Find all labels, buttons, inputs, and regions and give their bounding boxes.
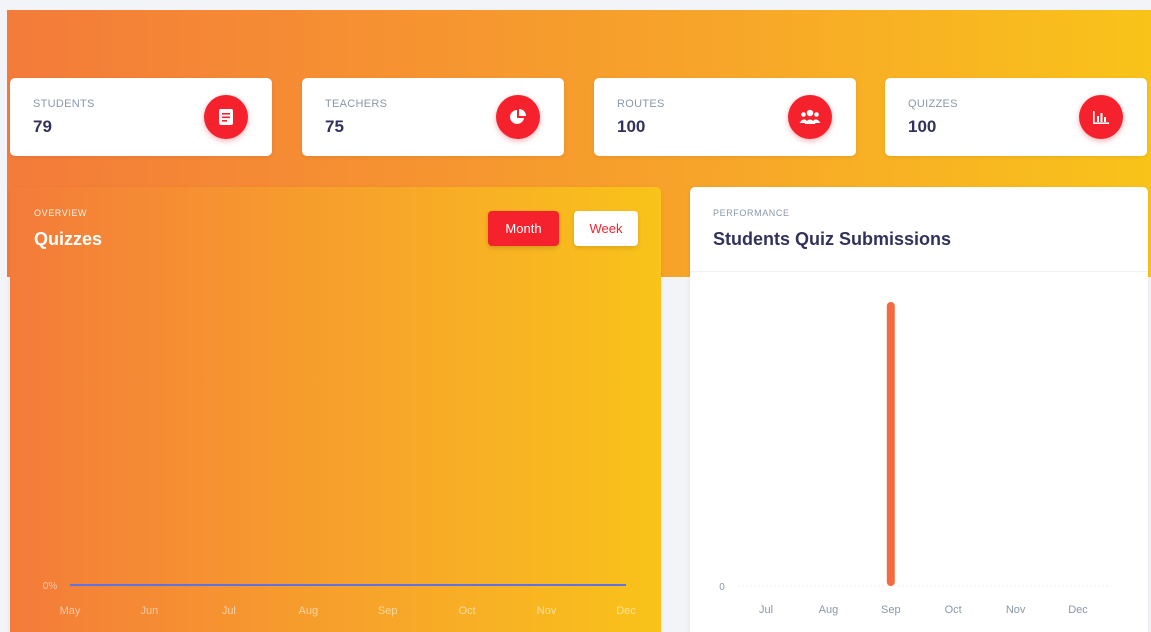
stat-value: 100 [617,117,646,136]
card-title: Quizzes [34,229,103,249]
performance-card: PERFORMANCE Students Quiz Submissions 0 J… [690,187,1148,632]
week-button[interactable]: Week [574,211,638,246]
stat-label: STUDENTS [33,98,95,110]
card-title: Students Quiz Submissions [713,229,952,249]
x-tick-label: Aug [298,605,318,617]
stat-label: ROUTES [617,98,665,110]
y-tick-label: 0 [719,582,725,593]
x-tick-label: Jul [759,604,773,616]
x-tick-label: Dec [616,605,636,617]
quizzes-line-chart: 0% May Jun Jul Aug Sep Oct Nov Dec [43,581,637,617]
quiz-submissions-bar-chart: 0 Jul Aug Sep Oct Nov Dec [719,302,1108,616]
x-tick-label: Sep [378,605,398,617]
month-button[interactable]: Month [488,211,559,246]
x-tick-label: Oct [459,605,476,617]
x-tick-label: Dec [1068,604,1088,616]
x-tick-label: Aug [819,604,839,616]
x-tick-label: Sep [881,604,901,616]
x-tick-label: Nov [537,605,557,617]
stat-value: 75 [325,117,344,136]
stat-card-quizzes: QUIZZES 100 [885,78,1147,156]
x-tick-label: Nov [1006,604,1026,616]
users-icon [788,95,832,139]
y-tick-label: 0% [43,581,58,592]
bar-sep [886,302,895,586]
stat-value: 100 [908,117,937,136]
book-icon [204,95,248,139]
stat-label: QUIZZES [908,98,958,110]
stat-card-teachers: TEACHERS 75 [302,78,564,156]
bar-chart-icon [1079,95,1123,139]
x-tick-label: Jun [141,605,159,617]
stat-value: 79 [33,117,52,136]
card-eyebrow: OVERVIEW [34,208,88,218]
card-eyebrow: PERFORMANCE [713,208,790,218]
stat-card-students: STUDENTS 79 [10,78,272,156]
x-tick-label: Jul [222,605,236,617]
x-tick-label: Oct [945,604,962,616]
stat-card-routes: ROUTES 100 [594,78,856,156]
stat-label: TEACHERS [325,98,388,110]
pie-chart-icon [496,95,540,139]
x-tick-label: May [60,605,81,617]
overview-card: OVERVIEW Quizzes Month Week 0% May Jun Jul A… [10,187,661,632]
